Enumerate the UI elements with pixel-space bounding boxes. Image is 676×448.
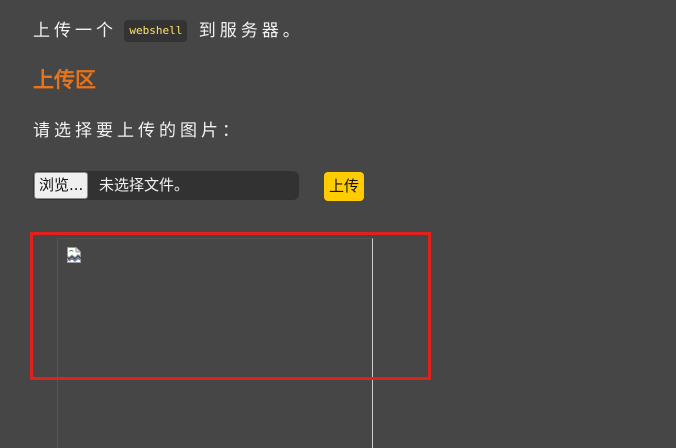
inline-code: webshell: [124, 20, 188, 42]
instruction-text: 上传一个 webshell 到服务器。: [33, 18, 304, 44]
browse-button[interactable]: 浏览...: [34, 172, 89, 199]
select-image-prompt: 请选择要上传的图片：: [33, 121, 243, 141]
instruction-after: 到服务器。: [198, 21, 304, 41]
highlight-annotation-box: [30, 232, 431, 380]
file-input[interactable]: 浏览... 未选择文件。: [33, 171, 299, 200]
upload-button[interactable]: 上传: [324, 172, 365, 201]
instruction-before: 上传一个: [33, 21, 117, 41]
file-status: 未选择文件。: [99, 176, 190, 194]
upload-section-title: 上传区: [33, 68, 96, 92]
